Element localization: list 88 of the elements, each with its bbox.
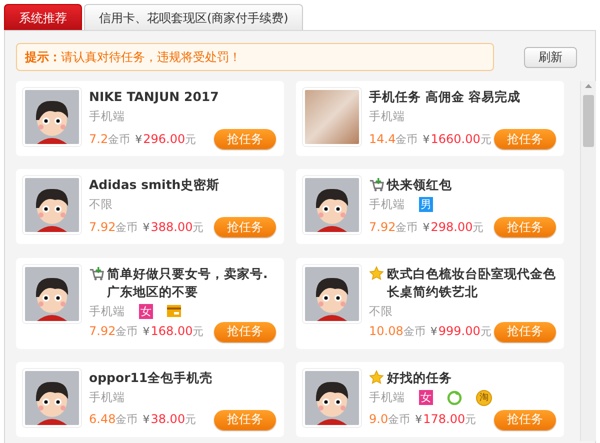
task-title: NIKE TANJUN 2017 (89, 88, 219, 106)
coin-unit: 金币 (108, 132, 130, 146)
coin-amount: 9.0 (369, 412, 388, 426)
scrollbar[interactable] (580, 81, 596, 441)
currency-sign: ¥ (422, 132, 430, 146)
platform-label: 手机端 (369, 197, 405, 212)
platform-label: 手机端 (89, 304, 125, 318)
price-amount: 298.00 (430, 220, 473, 234)
price-amount: 296.00 (143, 132, 186, 146)
cart-icon (369, 177, 384, 192)
platform-label: 手机端 (369, 390, 405, 406)
task-title: oppor11全包手机壳 (89, 368, 213, 387)
coin-badge: 淘 (476, 390, 492, 406)
cartoon-avatar-icon (303, 264, 361, 322)
price-amount: 999.00 (438, 324, 480, 338)
grab-task-button[interactable]: 抢任务 (494, 129, 556, 149)
tab[interactable]: 信用卡、花呗套现区(商家付手续费) (84, 4, 304, 30)
grab-task-button[interactable]: 抢任务 (214, 410, 276, 430)
price-unit: 元 (185, 412, 196, 428)
coin-unit: 金币 (396, 220, 418, 235)
grab-task-button[interactable]: 抢任务 (494, 410, 556, 430)
price-unit: 元 (465, 412, 476, 428)
currency-sign: ¥ (142, 413, 150, 426)
task-title: 简单好做只要女号，卖家号.广东地区的不要 (107, 264, 269, 300)
grab-task-button[interactable]: 抢任务 (494, 217, 556, 238)
notice-banner: 提示：请认真对待任务，违规将受处罚！ (16, 43, 494, 71)
price-unit: 元 (480, 324, 492, 339)
grab-task-button[interactable]: 抢任务 (214, 129, 276, 149)
price-unit: 元 (192, 220, 204, 235)
price-amount: 168.00 (150, 324, 193, 338)
currency-sign: ¥ (422, 220, 430, 234)
star-icon (369, 266, 384, 280)
platform-label: 手机端 (89, 109, 125, 124)
star-icon (369, 370, 384, 385)
task-title: 欧式白色梳妆台卧室现代金色长桌简约铁艺北 (387, 264, 556, 300)
price-amount: 178.00 (423, 412, 466, 426)
coin-amount: 7.92 (369, 220, 396, 234)
cartoon-avatar-icon (23, 368, 81, 427)
currency-sign: ¥ (142, 325, 150, 338)
coin-amount: 6.48 (89, 412, 116, 426)
coin-amount: 7.92 (89, 220, 116, 234)
scroll-up-icon[interactable] (585, 84, 592, 88)
platform-label: 手机端 (89, 390, 125, 405)
cartoon-avatar-icon (303, 368, 361, 427)
cartoon-avatar-icon (23, 88, 81, 146)
coin-unit: 金币 (403, 324, 426, 339)
scroll-thumb[interactable] (583, 95, 594, 147)
card-icon (167, 304, 181, 318)
price-unit: 元 (472, 220, 484, 235)
currency-sign: ¥ (135, 132, 142, 146)
refresh-button[interactable]: 刷新 (524, 46, 577, 68)
platform-label: 不限 (369, 304, 393, 318)
coin-unit: 金币 (396, 132, 418, 146)
price-amount: 38.00 (150, 412, 186, 426)
price-unit: 元 (185, 132, 196, 146)
cartoon-avatar-icon (23, 176, 81, 234)
price-amount: 1660.00 (430, 132, 480, 146)
platform-label: 不限 (89, 197, 113, 212)
price-amount: 388.00 (150, 220, 193, 234)
currency-sign: ¥ (430, 325, 438, 338)
price-unit: 元 (192, 324, 204, 339)
coin-amount: 10.08 (369, 324, 404, 338)
coin-unit: 金币 (388, 412, 410, 428)
cartoon-avatar-icon (303, 176, 361, 234)
coin-amount: 7.2 (89, 132, 108, 146)
task-title: 手机任务 高佣金 容易完成 (369, 88, 521, 106)
coin-amount: 14.4 (369, 132, 396, 146)
cart-icon (89, 266, 104, 280)
tag-label: 女 (419, 390, 433, 406)
task-title: 好找的任务 (387, 368, 452, 387)
grab-task-button[interactable]: 抢任务 (494, 322, 556, 342)
currency-sign: ¥ (415, 413, 422, 426)
platform-label: 手机端 (369, 109, 405, 124)
price-unit: 元 (480, 132, 492, 146)
coin-unit: 金币 (116, 220, 138, 235)
grab-task-button[interactable]: 抢任务 (214, 322, 276, 342)
coin-unit: 金币 (116, 324, 138, 339)
task-title: Adidas smith史密斯 (89, 176, 220, 194)
photo-placeholder (303, 88, 361, 146)
currency-sign: ¥ (142, 220, 150, 234)
tag-label: 男 (419, 197, 433, 212)
tag-label: 女 (139, 304, 153, 318)
coin-amount: 7.92 (89, 324, 116, 338)
grab-task-button[interactable]: 抢任务 (214, 217, 276, 238)
coin-unit: 金币 (116, 412, 138, 428)
cartoon-avatar-icon (23, 264, 81, 322)
task-title: 快来领红包 (387, 176, 452, 194)
tab[interactable]: 系统推荐 (4, 4, 82, 30)
